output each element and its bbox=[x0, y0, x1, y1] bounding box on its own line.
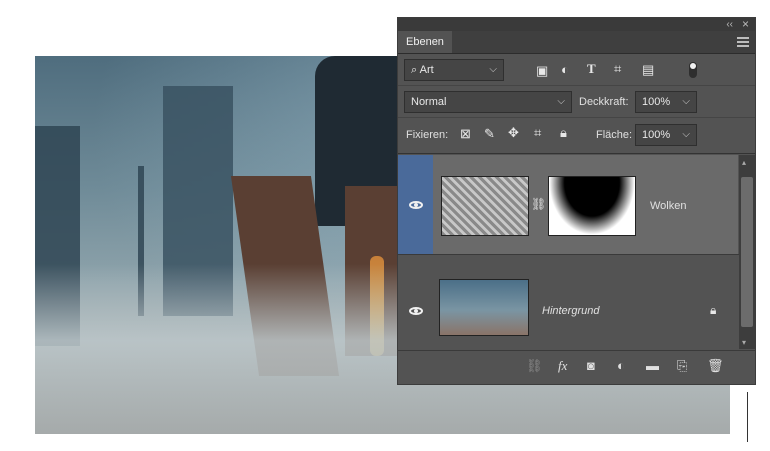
opacity-input[interactable]: 100% ⌵ bbox=[635, 91, 697, 113]
type-filter-icon[interactable]: T bbox=[587, 61, 596, 77]
fill-input[interactable]: 100% ⌵ bbox=[635, 124, 697, 146]
collapse-icon[interactable]: ‹‹ bbox=[726, 18, 733, 31]
panel-tab-row: Ebenen bbox=[398, 31, 755, 54]
blend-row: Normal ⌵ Deckkraft: 100% ⌵ bbox=[398, 86, 755, 116]
fx-icon[interactable]: fx bbox=[558, 358, 567, 374]
chevron-down-icon: ⌵ bbox=[682, 129, 690, 140]
panel-menu-icon[interactable] bbox=[737, 37, 749, 47]
lock-label: Fixieren: bbox=[406, 129, 449, 141]
layer-name[interactable]: Wolken bbox=[650, 200, 686, 212]
filter-kind-select[interactable]: ⌕ Art ⌵ bbox=[404, 59, 504, 81]
layer-row-wolken[interactable]: ⛓ Wolken bbox=[398, 155, 738, 254]
close-icon[interactable]: × bbox=[742, 18, 749, 31]
trash-icon[interactable]: 🗑︎ bbox=[707, 358, 724, 374]
tab-layers[interactable]: Ebenen bbox=[398, 31, 452, 53]
opacity-value: 100% bbox=[642, 96, 671, 108]
layer-thumbnail[interactable] bbox=[439, 279, 529, 336]
adjustment-filter-icon[interactable]: ◐ bbox=[561, 62, 569, 77]
blend-mode-value: Normal bbox=[411, 96, 447, 108]
shape-filter-icon[interactable]: ⌗ bbox=[614, 61, 621, 77]
link-icon[interactable]: ⛓ bbox=[531, 197, 546, 211]
scroll-down-icon[interactable]: ▾ bbox=[742, 338, 746, 347]
lock-position-icon[interactable]: ✥ bbox=[508, 125, 519, 141]
layer-visibility-toggle[interactable] bbox=[398, 155, 433, 254]
chevron-down-icon: ⌵ bbox=[489, 64, 497, 75]
layer-thumbnail[interactable] bbox=[441, 176, 529, 236]
layer-visibility-toggle[interactable] bbox=[398, 255, 433, 349]
layer-row-hintergrund[interactable]: Hintergrund 🔒︎ bbox=[398, 255, 738, 349]
image-filter-icon[interactable]: ▣ bbox=[536, 63, 548, 79]
opacity-label: Deckkraft: bbox=[579, 96, 629, 108]
search-icon: ⌕ bbox=[411, 64, 420, 76]
chevron-down-icon: ⌵ bbox=[682, 96, 690, 107]
folder-icon[interactable]: ▬ bbox=[646, 358, 659, 373]
new-layer-icon[interactable]: ⎘ bbox=[677, 358, 687, 374]
layer-name[interactable]: Hintergrund bbox=[542, 305, 599, 317]
fill-label: Fläche: bbox=[596, 129, 633, 141]
lock-row: Fixieren: ⊠ ✎ ✥ ⌗ 🔒︎ Fläche: 100% ⌵ bbox=[398, 118, 755, 152]
chevron-down-icon: ⌵ bbox=[557, 96, 565, 107]
filter-kind-value: Art bbox=[419, 64, 434, 76]
eye-icon bbox=[409, 307, 423, 315]
add-mask-icon[interactable]: ◙ bbox=[587, 358, 595, 373]
link-layers-icon[interactable]: ⛓ bbox=[526, 358, 543, 374]
filter-toggle-icon[interactable] bbox=[689, 62, 697, 78]
filter-row: ⌕ Art ⌵ ▣ ◐ T ⌗ ▤ bbox=[398, 54, 755, 84]
lock-icon: 🔒︎ bbox=[710, 303, 717, 317]
lock-all-icon[interactable]: 🔒︎ bbox=[560, 125, 567, 141]
panel-bottom-bar: ⛓ fx ◙ ◐ ▬ ⎘ 🗑︎ bbox=[398, 350, 755, 384]
layer-mask-thumbnail[interactable] bbox=[548, 176, 636, 236]
divider bbox=[398, 153, 755, 154]
eye-icon bbox=[409, 201, 423, 209]
lock-image-pixels-icon[interactable]: ✎ bbox=[484, 126, 495, 142]
adjustment-layer-icon[interactable]: ◐ bbox=[617, 358, 625, 373]
layers-panel: ‹‹ × Ebenen ⌕ Art ⌵ ▣ ◐ T ⌗ ▤ Normal ⌵ D… bbox=[397, 17, 756, 385]
fill-value: 100% bbox=[642, 129, 671, 141]
page-edge-line bbox=[747, 392, 748, 442]
lock-transparent-pixels-icon[interactable]: ⊠ bbox=[460, 126, 471, 142]
lock-artboard-icon[interactable]: ⌗ bbox=[534, 125, 541, 141]
smart-object-filter-icon[interactable]: ▤ bbox=[642, 62, 654, 78]
panel-topbar: ‹‹ × bbox=[398, 18, 755, 31]
blend-mode-select[interactable]: Normal ⌵ bbox=[404, 91, 572, 113]
scrollbar-thumb[interactable] bbox=[741, 177, 753, 327]
scroll-up-icon[interactable]: ▴ bbox=[742, 158, 746, 167]
scrollbar[interactable]: ▴ ▾ bbox=[739, 155, 755, 349]
